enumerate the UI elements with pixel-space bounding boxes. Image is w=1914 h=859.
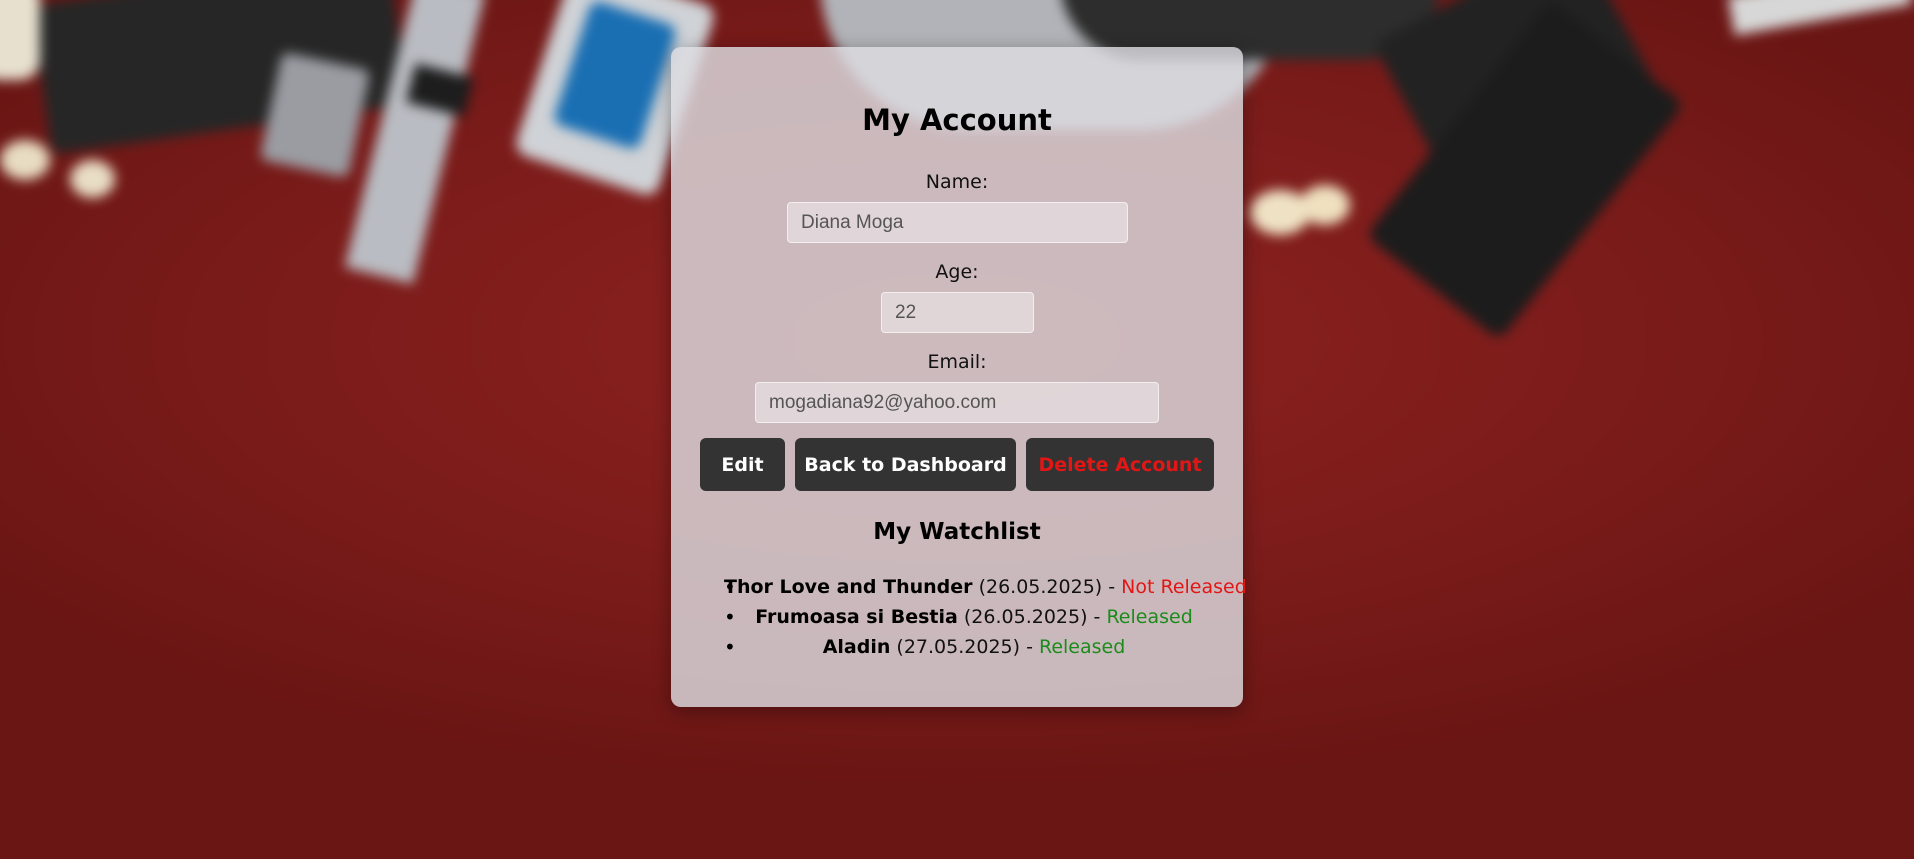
age-label: Age:	[935, 261, 979, 283]
watchlist-heading: My Watchlist	[873, 519, 1041, 545]
bullet-icon: •	[724, 635, 736, 659]
movie-date: (26.05.2025)	[963, 606, 1088, 628]
page-title: My Account	[862, 103, 1052, 137]
status-badge: Released	[1106, 606, 1193, 628]
back-to-dashboard-button[interactable]: Back to Dashboard	[795, 438, 1016, 491]
name-field[interactable]	[787, 202, 1128, 243]
status-badge: Not Released	[1121, 576, 1247, 598]
email-field[interactable]	[755, 382, 1159, 423]
watchlist-item: • Aladin (27.05.2025) - Released	[724, 632, 1224, 662]
movie-title: Thor Love and Thunder	[724, 576, 973, 598]
bullet-icon: •	[724, 575, 736, 599]
edit-button[interactable]: Edit	[700, 438, 785, 491]
movie-title: Frumoasa si Bestia	[755, 606, 958, 628]
separator: -	[1087, 606, 1107, 628]
status-badge: Released	[1038, 636, 1126, 658]
watchlist-item: • Frumoasa si Bestia (26.05.2025) - Rele…	[724, 602, 1224, 632]
account-card: My Account Name: Age: Email: Edit Back t…	[671, 47, 1247, 707]
email-label: Email:	[927, 351, 987, 373]
delete-account-button[interactable]: Delete Account	[1026, 438, 1214, 491]
watchlist: • Thor Love and Thunder (26.05.2025) - N…	[724, 572, 1247, 662]
bullet-icon: •	[724, 605, 736, 629]
movie-title: Aladin	[822, 636, 891, 658]
watchlist-item: • Thor Love and Thunder (26.05.2025) - N…	[724, 572, 1247, 602]
separator: -	[1102, 576, 1122, 598]
age-field[interactable]	[881, 292, 1034, 333]
movie-date: (27.05.2025)	[896, 636, 1021, 658]
separator: -	[1020, 636, 1039, 658]
movie-date: (26.05.2025)	[978, 576, 1103, 598]
name-label: Name:	[925, 171, 989, 193]
